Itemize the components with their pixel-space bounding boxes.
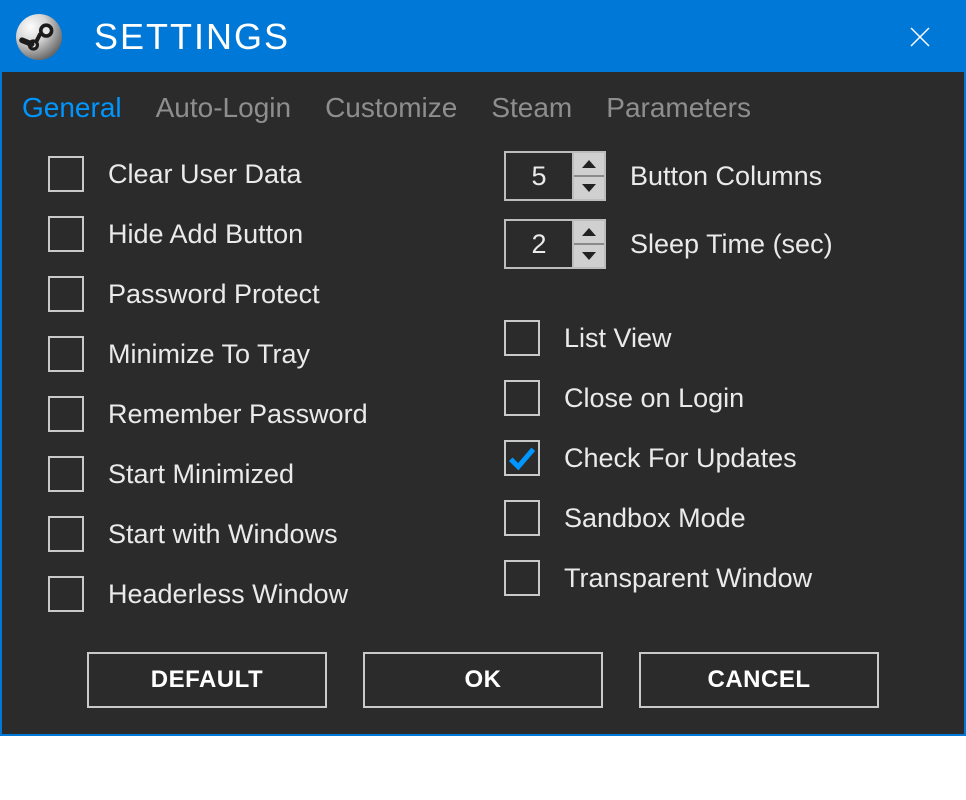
checkbox-start-with-windows[interactable] bbox=[48, 516, 84, 552]
row-close-on-login: Close on Login bbox=[504, 368, 924, 428]
checkbox-close-on-login[interactable] bbox=[504, 380, 540, 416]
spinner-button-columns-down[interactable] bbox=[574, 175, 604, 199]
cancel-button[interactable]: CANCEL bbox=[639, 652, 879, 708]
tab-customize[interactable]: Customize bbox=[325, 92, 457, 124]
chevron-up-icon bbox=[581, 159, 597, 169]
tab-auto-login[interactable]: Auto-Login bbox=[156, 92, 291, 124]
tab-parameters[interactable]: Parameters bbox=[606, 92, 751, 124]
row-list-view: List View bbox=[504, 308, 924, 368]
row-sleep-time: 2 Sleep Time (sec) bbox=[504, 212, 924, 276]
chevron-down-icon bbox=[581, 251, 597, 261]
label-headerless-window: Headerless Window bbox=[108, 579, 348, 610]
checkbox-clear-user-data[interactable] bbox=[48, 156, 84, 192]
footer: DEFAULT OK CANCEL bbox=[2, 638, 964, 734]
label-button-columns: Button Columns bbox=[630, 161, 822, 192]
label-sleep-time: Sleep Time (sec) bbox=[630, 229, 833, 260]
spinner-sleep-time[interactable]: 2 bbox=[504, 219, 606, 269]
close-icon bbox=[908, 25, 932, 49]
label-transparent-window: Transparent Window bbox=[564, 563, 812, 594]
row-button-columns: 5 Button Columns bbox=[504, 144, 924, 208]
tab-steam[interactable]: Steam bbox=[491, 92, 572, 124]
default-button[interactable]: DEFAULT bbox=[87, 652, 327, 708]
chevron-up-icon bbox=[581, 227, 597, 237]
titlebar: SETTINGS bbox=[2, 2, 964, 72]
tab-general[interactable]: General bbox=[22, 92, 122, 124]
row-hide-add-button: Hide Add Button bbox=[48, 204, 468, 264]
checkbox-transparent-window[interactable] bbox=[504, 560, 540, 596]
checkbox-headerless-window[interactable] bbox=[48, 576, 84, 612]
checkbox-check-for-updates[interactable] bbox=[504, 440, 540, 476]
spinner-button-columns-buttons bbox=[572, 153, 604, 199]
label-remember-password: Remember Password bbox=[108, 399, 368, 430]
spinner-sleep-time-down[interactable] bbox=[574, 243, 604, 267]
steam-icon bbox=[16, 14, 62, 60]
close-button[interactable] bbox=[900, 17, 940, 57]
checkbox-remember-password[interactable] bbox=[48, 396, 84, 432]
label-list-view: List View bbox=[564, 323, 672, 354]
label-minimize-to-tray: Minimize To Tray bbox=[108, 339, 310, 370]
spinner-sleep-time-up[interactable] bbox=[574, 221, 604, 243]
checkbox-start-minimized[interactable] bbox=[48, 456, 84, 492]
row-check-for-updates: Check For Updates bbox=[504, 428, 924, 488]
row-minimize-to-tray: Minimize To Tray bbox=[48, 324, 468, 384]
tab-bar: General Auto-Login Customize Steam Param… bbox=[2, 72, 964, 138]
row-start-with-windows: Start with Windows bbox=[48, 504, 468, 564]
checkbox-list-view[interactable] bbox=[504, 320, 540, 356]
row-password-protect: Password Protect bbox=[48, 264, 468, 324]
checkbox-minimize-to-tray[interactable] bbox=[48, 336, 84, 372]
row-clear-user-data: Clear User Data bbox=[48, 144, 468, 204]
spinner-button-columns-value[interactable]: 5 bbox=[506, 153, 572, 199]
label-close-on-login: Close on Login bbox=[564, 383, 744, 414]
row-headerless-window: Headerless Window bbox=[48, 564, 468, 624]
right-column: 5 Button Columns 2 bbox=[504, 144, 924, 624]
check-icon bbox=[507, 443, 537, 473]
checkbox-sandbox-mode[interactable] bbox=[504, 500, 540, 536]
label-check-for-updates: Check For Updates bbox=[564, 443, 797, 474]
spinner-sleep-time-value[interactable]: 2 bbox=[506, 221, 572, 267]
label-hide-add-button: Hide Add Button bbox=[108, 219, 303, 250]
label-sandbox-mode: Sandbox Mode bbox=[564, 503, 746, 534]
row-sandbox-mode: Sandbox Mode bbox=[504, 488, 924, 548]
content-area: Clear User Data Hide Add Button Password… bbox=[2, 138, 964, 638]
left-column: Clear User Data Hide Add Button Password… bbox=[48, 144, 468, 624]
spinner-button-columns-up[interactable] bbox=[574, 153, 604, 175]
spinner-button-columns[interactable]: 5 bbox=[504, 151, 606, 201]
row-remember-password: Remember Password bbox=[48, 384, 468, 444]
row-start-minimized: Start Minimized bbox=[48, 444, 468, 504]
spinner-sleep-time-buttons bbox=[572, 221, 604, 267]
label-start-minimized: Start Minimized bbox=[108, 459, 294, 490]
settings-window: SETTINGS General Auto-Login Customize St… bbox=[0, 0, 966, 736]
label-clear-user-data: Clear User Data bbox=[108, 159, 302, 190]
ok-button[interactable]: OK bbox=[363, 652, 603, 708]
row-transparent-window: Transparent Window bbox=[504, 548, 924, 608]
label-start-with-windows: Start with Windows bbox=[108, 519, 338, 550]
checkbox-hide-add-button[interactable] bbox=[48, 216, 84, 252]
chevron-down-icon bbox=[581, 183, 597, 193]
checkbox-password-protect[interactable] bbox=[48, 276, 84, 312]
window-title: SETTINGS bbox=[94, 16, 900, 58]
label-password-protect: Password Protect bbox=[108, 279, 320, 310]
